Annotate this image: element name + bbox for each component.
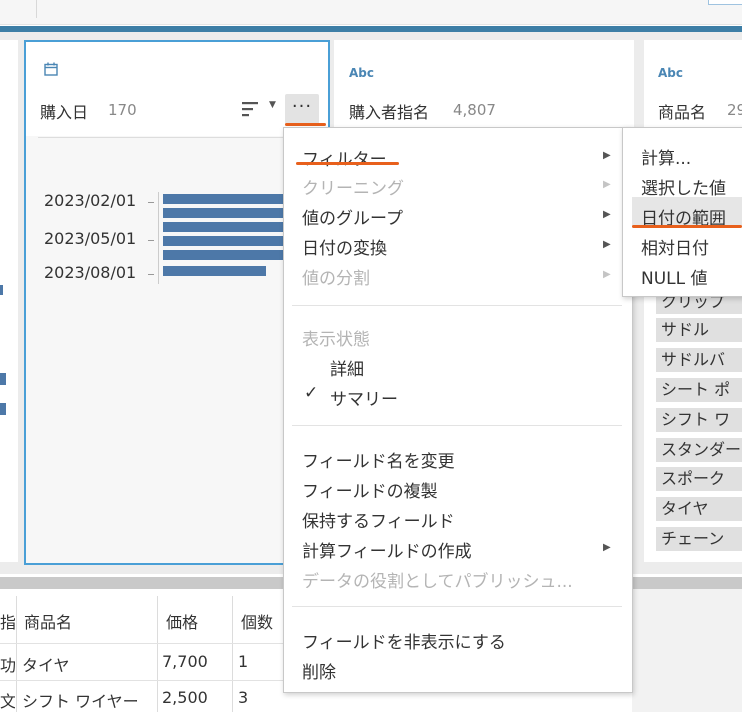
table-cell[interactable]: 文 — [0, 688, 15, 712]
string-type-icon: Abc — [658, 66, 683, 80]
table-cell[interactable]: 功 — [0, 652, 15, 676]
data-grid-empty-area — [632, 589, 742, 712]
menu-item-publish-data-role[interactable]: データの役割としてパブリッシュ... — [302, 567, 573, 592]
histogram-bar[interactable] — [163, 250, 288, 260]
axis-label: 2023/02/01 — [44, 191, 137, 210]
menu-item-cleaning[interactable]: クリーニング — [302, 174, 404, 199]
value-chip[interactable]: シート ポ — [656, 378, 742, 402]
value-chip[interactable]: タイヤ — [656, 497, 742, 521]
field-name: 購入日 — [40, 103, 89, 122]
histogram-bar[interactable] — [163, 222, 288, 232]
checkmark-icon: ✓ — [304, 383, 319, 403]
submenu-arrow-icon: ▶ — [603, 239, 611, 250]
menu-item-keep-field[interactable]: 保持するフィールド — [302, 507, 455, 532]
submenu-arrow-icon: ▶ — [603, 179, 611, 190]
axis-label: 2023/05/01 — [44, 229, 137, 248]
menu-item-group-values[interactable]: 値のグループ — [302, 204, 403, 229]
table-cell[interactable]: 3 — [238, 688, 248, 707]
top-strip — [0, 0, 742, 25]
calendar-icon — [44, 62, 58, 76]
row-divider — [0, 643, 290, 644]
value-chip[interactable]: スポーク — [656, 467, 742, 491]
table-cell[interactable]: 2,500 — [162, 688, 208, 707]
table-cell[interactable]: 1 — [238, 652, 248, 671]
more-options-highlight — [285, 123, 326, 126]
menu-item-split-values[interactable]: 値の分割 — [302, 264, 370, 289]
submenu-item-selected-values[interactable]: 選択した値 — [641, 174, 726, 199]
axis-tick — [148, 240, 154, 241]
value-chip[interactable]: スタンダー — [656, 438, 742, 462]
menu-separator — [292, 606, 622, 607]
sort-dropdown-icon[interactable]: ▼ — [269, 100, 276, 110]
string-type-icon: Abc — [349, 66, 374, 80]
profile-card-partial-left[interactable] — [0, 40, 18, 562]
value-chip[interactable]: チェーン — [656, 527, 742, 551]
sort-icon[interactable] — [240, 100, 260, 118]
histogram-bar[interactable] — [163, 194, 288, 204]
menu-item-hide-field[interactable]: フィールドを非表示にする — [302, 628, 506, 653]
submenu-item-relative-date[interactable]: 相対日付 — [641, 234, 709, 259]
left-card-bar — [0, 403, 6, 415]
submenu-arrow-icon: ▶ — [603, 150, 611, 161]
top-input-edge[interactable] — [708, 0, 742, 5]
menu-item-duplicate-field[interactable]: フィールドの複製 — [302, 477, 438, 502]
field-name: 購入者指名 — [349, 103, 430, 122]
histogram-bar[interactable] — [163, 208, 288, 218]
distinct-count: 29 — [727, 101, 742, 119]
table-cell[interactable]: 7,700 — [162, 652, 208, 671]
submenu-item-calculation[interactable]: 計算... — [641, 144, 691, 169]
value-chip[interactable]: シフト ワ — [656, 408, 742, 432]
column-divider[interactable] — [157, 596, 158, 712]
histogram-bar[interactable] — [163, 236, 288, 246]
submenu-arrow-icon: ▶ — [603, 209, 611, 220]
more-options-button[interactable]: ··· — [285, 94, 319, 124]
histogram-axis — [158, 192, 159, 284]
axis-tick — [148, 274, 154, 275]
menu-item-create-calculated-field[interactable]: 計算フィールドの作成 — [302, 537, 472, 562]
date-range-highlight — [632, 225, 742, 228]
menu-item-rename-field[interactable]: フィールド名を変更 — [302, 447, 455, 472]
column-header[interactable]: 価格 — [166, 609, 198, 633]
field-name: 商品名 — [658, 103, 707, 122]
column-header[interactable]: 商品名 — [24, 609, 72, 633]
distinct-count: 170 — [108, 101, 137, 119]
menu-item-delete[interactable]: 削除 — [302, 658, 336, 683]
menu-separator — [292, 305, 622, 306]
table-cell[interactable]: シフト ワイヤー — [22, 688, 155, 712]
filter-highlight — [296, 162, 399, 165]
card-header-divider — [38, 137, 324, 138]
submenu-arrow-icon: ▶ — [603, 542, 611, 553]
menu-item-detail[interactable]: 詳細 — [330, 355, 364, 380]
column-divider[interactable] — [16, 596, 17, 712]
axis-tick — [148, 202, 154, 203]
column-header[interactable]: 個数 — [241, 609, 273, 633]
left-card-bar — [0, 373, 6, 385]
menu-item-convert-date[interactable]: 日付の変換 — [302, 234, 387, 259]
menu-item-summary[interactable]: サマリー — [330, 385, 398, 410]
top-divider — [36, 0, 37, 18]
distinct-count: 4,807 — [453, 101, 496, 119]
histogram-bar[interactable] — [163, 266, 266, 276]
value-chip[interactable]: サドルバ — [656, 348, 742, 372]
value-chip[interactable]: サドル — [656, 318, 742, 342]
view-state-header: 表示状態 — [302, 330, 370, 350]
menu-item-filter[interactable]: フィルター — [302, 145, 387, 170]
submenu-item-null-values[interactable]: NULL 値 — [641, 264, 708, 289]
left-card-bar — [0, 285, 3, 295]
axis-label: 2023/08/01 — [44, 263, 137, 282]
column-header[interactable]: 指 — [0, 609, 15, 633]
submenu-arrow-icon: ▶ — [603, 269, 611, 280]
table-cell[interactable]: タイヤ — [22, 652, 70, 676]
menu-separator — [292, 425, 622, 426]
column-divider[interactable] — [232, 596, 233, 712]
row-divider — [0, 680, 290, 681]
